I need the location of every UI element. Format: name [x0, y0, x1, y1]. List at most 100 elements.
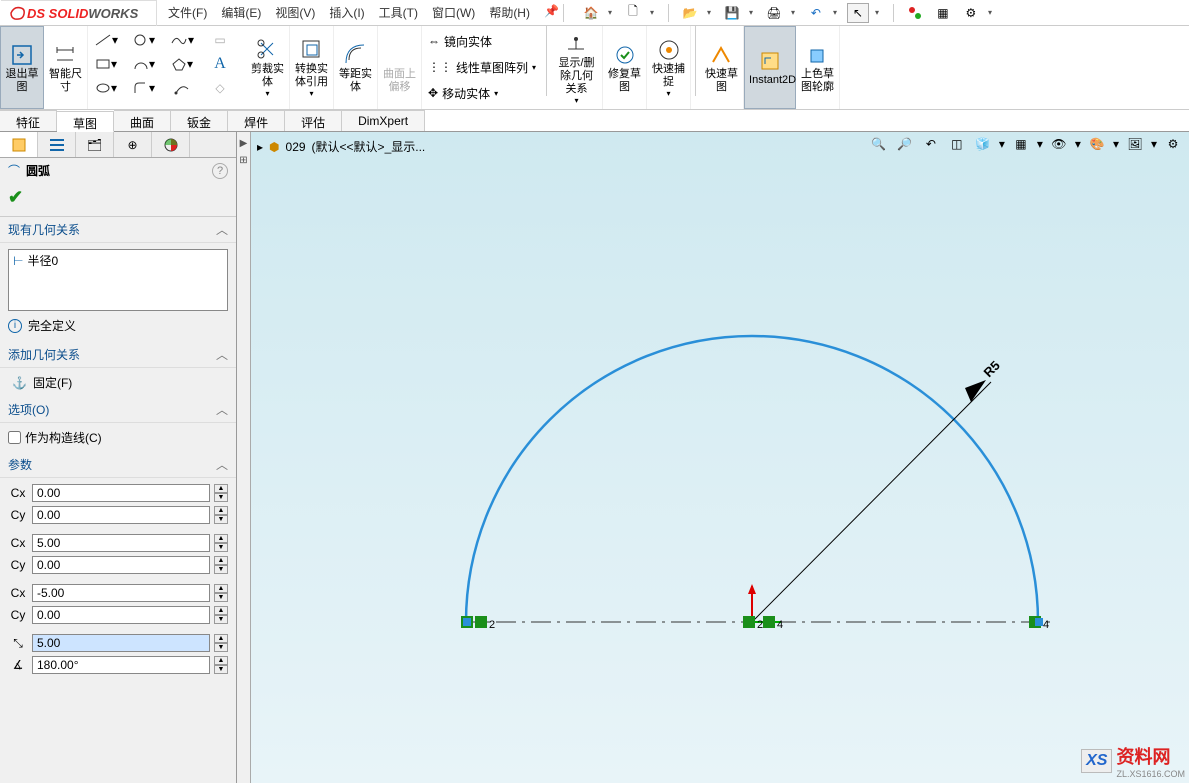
construction-checkbox[interactable]: 作为构造线(C) [8, 427, 228, 448]
spin-up[interactable]: ▲ [214, 534, 228, 543]
mirror-entities[interactable]: ⇔镜向实体 [428, 30, 536, 52]
slot-tool[interactable]: ▭ [208, 30, 232, 50]
menu-insert[interactable]: 插入(I) [329, 4, 364, 21]
convert-entities-button[interactable]: 转换实体引用▾ [290, 26, 334, 109]
options-list-icon[interactable]: ▦ [932, 3, 954, 23]
spin-up[interactable]: ▲ [214, 556, 228, 565]
menu-help[interactable]: 帮助(H) [489, 4, 530, 21]
spin-up[interactable]: ▲ [214, 484, 228, 493]
polygon-tool[interactable]: ▾ [170, 54, 194, 74]
construction-checkbox-input[interactable] [8, 431, 21, 444]
spline-tool[interactable]: ▾ [170, 30, 194, 50]
spin-down[interactable]: ▼ [214, 543, 228, 552]
pin-icon[interactable]: 📌 [544, 4, 559, 21]
spin-down[interactable]: ▼ [214, 515, 228, 524]
offset-button[interactable]: 等距实体 [334, 26, 378, 109]
start-x-input[interactable] [32, 534, 210, 552]
arc-tool[interactable]: ▾ [132, 54, 156, 74]
parameters-header[interactable]: 参数︿ [0, 452, 236, 478]
radius-dimension-line[interactable] [752, 382, 991, 622]
home-icon[interactable]: 🏠 [580, 3, 602, 23]
spin-down[interactable]: ▼ [214, 565, 228, 574]
tab-sketch[interactable]: 草图 [57, 111, 114, 132]
quick-snap-button[interactable]: 快速捕捉▾ [647, 26, 691, 109]
flyout-toggle[interactable]: ▶ [240, 138, 248, 149]
tab-surface[interactable]: 曲面 [114, 110, 171, 131]
menu-window[interactable]: 窗口(W) [432, 4, 475, 21]
print-icon[interactable]: 🖨 [763, 3, 785, 23]
sketch-arc[interactable] [466, 336, 1038, 622]
rectangle-tool[interactable]: ▾ [94, 54, 118, 74]
display-manager-tab[interactable] [152, 132, 190, 157]
tab-weldments[interactable]: 焊件 [228, 110, 285, 131]
arc-endpoint[interactable] [1035, 618, 1043, 626]
new-icon[interactable]: 🗋 [622, 3, 644, 23]
flyout-expand[interactable]: ⊞ [239, 155, 247, 166]
options-header[interactable]: 选项(O)︿ [0, 397, 236, 423]
spin-down[interactable]: ▼ [214, 643, 228, 652]
trim-button[interactable]: 剪裁实体▾ [246, 26, 290, 109]
radius-input[interactable] [32, 634, 210, 652]
config-manager-tab[interactable]: 🗂 [76, 132, 114, 157]
spin-up[interactable]: ▲ [214, 606, 228, 615]
settings-icon[interactable]: ⚙ [960, 3, 982, 23]
existing-relations-list[interactable]: ⊢半径0 [8, 249, 228, 311]
spin-up[interactable]: ▲ [214, 634, 228, 643]
rebuild-icon[interactable] [904, 3, 926, 23]
fix-relation-button[interactable]: ⚓ 固定(F) [8, 372, 228, 393]
spin-down[interactable]: ▼ [214, 593, 228, 602]
ok-button[interactable]: ✔ [8, 187, 23, 207]
spin-up[interactable]: ▲ [214, 656, 228, 665]
start-y-input[interactable] [32, 556, 210, 574]
display-relations-button[interactable]: 显示/删除几何关系▾ [551, 26, 603, 109]
circle-tool[interactable]: ▾ [132, 30, 156, 50]
center-x-input[interactable] [32, 484, 210, 502]
radius-dimension-text[interactable]: R5 [981, 358, 1003, 380]
help-icon[interactable]: ? [212, 163, 228, 179]
relation-marker[interactable] [763, 616, 775, 628]
tab-evaluate[interactable]: 评估 [285, 110, 342, 131]
ellipse-tool[interactable]: ▾ [94, 78, 118, 98]
end-y-input[interactable] [32, 606, 210, 624]
tab-features[interactable]: 特征 [0, 110, 57, 131]
fillet-tool[interactable]: ▾ [132, 78, 156, 98]
center-marker[interactable] [743, 616, 755, 628]
instant2d-button[interactable]: Instant2D [744, 26, 796, 109]
tab-sheetmetal[interactable]: 钣金 [171, 110, 228, 131]
spin-down[interactable]: ▼ [214, 615, 228, 624]
rapid-sketch-button[interactable]: 快速草图 [700, 26, 744, 109]
menu-view[interactable]: 视图(V) [275, 4, 315, 21]
sketch-canvas[interactable]: R5 2 2 4 4 [251, 132, 1189, 783]
property-manager-tab[interactable] [38, 132, 76, 157]
spin-up[interactable]: ▲ [214, 584, 228, 593]
spin-down[interactable]: ▼ [214, 665, 228, 674]
open-icon[interactable]: 📂 [679, 3, 701, 23]
linear-pattern[interactable]: ⋮⋮线性草图阵列▾ [428, 56, 536, 78]
exit-sketch-button[interactable]: 退出草图 [0, 26, 44, 109]
dimxpert-tab[interactable]: ⊕ [114, 132, 152, 157]
plane-tool[interactable]: ◇ [208, 78, 232, 98]
feature-manager-tab[interactable] [0, 132, 38, 157]
shaded-contour-button[interactable]: 上色草图轮廓 [796, 26, 840, 109]
tab-dimxpert[interactable]: DimXpert [342, 110, 425, 131]
spin-up[interactable]: ▲ [214, 506, 228, 515]
save-icon[interactable]: 💾 [721, 3, 743, 23]
repair-sketch-button[interactable]: 修复草图 [603, 26, 647, 109]
angle-input[interactable] [32, 656, 210, 674]
text-tool[interactable]: A [208, 54, 232, 74]
smart-dimension-button[interactable]: 智能尺寸 [44, 26, 88, 109]
line-tool[interactable]: ▾ [94, 30, 118, 50]
end-x-input[interactable] [32, 584, 210, 602]
point-tool[interactable] [170, 78, 194, 98]
menu-file[interactable]: 文件(F) [168, 4, 207, 21]
select-icon[interactable]: ↖ [847, 3, 869, 23]
menu-tools[interactable]: 工具(T) [379, 4, 418, 21]
existing-relations-header[interactable]: 现有几何关系︿ [0, 217, 236, 243]
undo-icon[interactable]: ↶ [805, 3, 827, 23]
move-entities[interactable]: ✥移动实体▾ [428, 82, 536, 104]
relation-marker[interactable] [475, 616, 487, 628]
add-relations-header[interactable]: 添加几何关系︿ [0, 342, 236, 368]
center-y-input[interactable] [32, 506, 210, 524]
graphics-area[interactable]: ▸ ⬢ 029 (默认<<默认>_显示... 🔍 🔎 ↶ ◫ 🧊▾ ▦▾ 👁▾ … [251, 132, 1189, 783]
spin-down[interactable]: ▼ [214, 493, 228, 502]
